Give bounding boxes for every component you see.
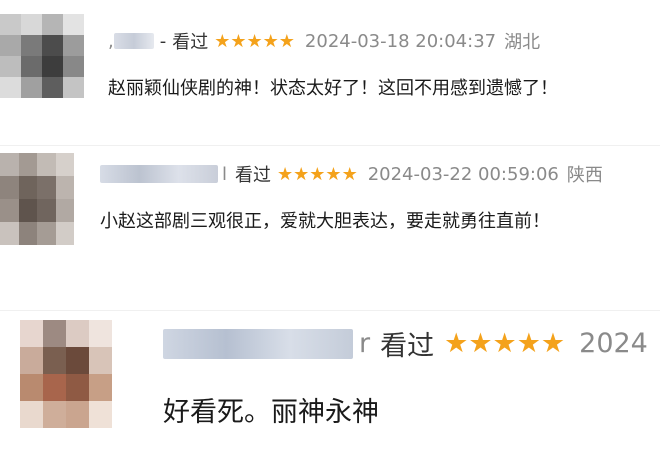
avatar-pixel	[0, 199, 19, 222]
username-suffix: l	[222, 163, 228, 185]
avatar-pixel	[63, 56, 84, 77]
avatar-pixel	[43, 374, 66, 401]
avatar-pixel	[0, 35, 21, 56]
avatar-pixel	[66, 320, 89, 347]
dash-separator: -	[159, 30, 167, 52]
avatar-pixel	[55, 199, 74, 222]
blurred-username[interactable]	[113, 33, 154, 49]
comment-header: r 看过 ★★★★★ 2024	[163, 324, 648, 363]
avatar-pixel	[42, 14, 63, 35]
avatar-pixel	[89, 347, 112, 374]
comment-location: 湖北	[504, 32, 541, 53]
avatar-pixel	[42, 56, 63, 77]
avatar-pixel	[21, 56, 42, 77]
avatar-pixel	[55, 153, 74, 176]
avatar-pixel	[89, 320, 112, 347]
avatar-pixel	[43, 320, 66, 347]
avatar-pixel	[20, 374, 43, 401]
avatar-pixel	[18, 176, 37, 199]
comment-datetime: 2024-03-22 00:59:06	[367, 163, 559, 185]
comment-header: , - 看过 ★★★★★ 2024-03-18 20:04:37 湖北	[108, 28, 540, 54]
avatar-pixel	[0, 222, 19, 245]
rating-stars: ★★★★★	[214, 30, 295, 52]
watched-label: 看过	[172, 32, 209, 53]
avatar-pixel	[21, 14, 42, 35]
avatar-pixel	[66, 347, 89, 374]
watched-label: 看过	[235, 165, 272, 186]
avatar-pixel	[66, 401, 89, 428]
avatar-pixel	[55, 176, 74, 199]
rating-stars: ★★★★★	[277, 163, 358, 185]
avatar-pixel	[37, 222, 56, 245]
avatar[interactable]	[20, 320, 112, 428]
watched-label: 看过	[380, 331, 435, 362]
avatar-pixel	[63, 35, 84, 56]
avatar-pixel	[37, 153, 56, 176]
avatar-pixel	[20, 401, 43, 428]
comment-datetime: 2024	[579, 328, 648, 359]
avatar-pixel	[20, 320, 43, 347]
avatar-pixel	[0, 153, 19, 176]
comment-item: l 看过 ★★★★★ 2024-03-22 00:59:06 陕西 小赵这部剧三…	[0, 145, 660, 310]
avatar-pixel	[18, 222, 37, 245]
avatar[interactable]	[0, 14, 84, 98]
comment-datetime: 2024-03-18 20:04:37	[304, 30, 497, 52]
avatar-pixel	[0, 56, 21, 77]
comment-text: 小赵这部剧三观很正，爱就大胆表达，要走就勇往直前！	[100, 211, 550, 232]
blurred-username[interactable]	[163, 328, 353, 359]
avatar-pixel	[55, 222, 74, 245]
comment-item: , - 看过 ★★★★★ 2024-03-18 20:04:37 湖北 赵丽颖仙…	[0, 0, 660, 145]
avatar-pixel	[20, 347, 43, 374]
avatar-pixel	[89, 401, 112, 428]
avatar-pixel	[0, 77, 21, 98]
avatar-pixel	[63, 14, 84, 35]
rating-stars: ★★★★★	[444, 328, 566, 359]
avatar-pixel	[42, 77, 63, 98]
comment-text: 赵丽颖仙侠剧的神！状态太好了！这回不用感到遗憾了！	[108, 78, 558, 99]
avatar-pixel	[21, 35, 42, 56]
comment-item: r 看过 ★★★★★ 2024 好看死。丽神永神	[0, 310, 660, 471]
username-suffix: r	[359, 328, 371, 359]
avatar-pixel	[66, 374, 89, 401]
avatar-pixel	[37, 176, 56, 199]
avatar-pixel	[18, 199, 37, 222]
avatar[interactable]	[0, 153, 74, 245]
avatar-pixel	[63, 77, 84, 98]
blurred-username[interactable]	[100, 165, 218, 183]
avatar-pixel	[43, 401, 66, 428]
comment-location: 陕西	[566, 165, 603, 186]
avatar-pixel	[0, 176, 19, 199]
avatar-pixel	[43, 347, 66, 374]
username-prefix: ,	[108, 30, 114, 52]
avatar-pixel	[21, 77, 42, 98]
comment-header: l 看过 ★★★★★ 2024-03-22 00:59:06 陕西	[100, 161, 603, 187]
comment-text: 好看死。丽神永神	[163, 397, 379, 428]
avatar-pixel	[37, 199, 56, 222]
avatar-pixel	[89, 374, 112, 401]
avatar-pixel	[18, 153, 37, 176]
avatar-pixel	[0, 14, 21, 35]
avatar-pixel	[42, 35, 63, 56]
